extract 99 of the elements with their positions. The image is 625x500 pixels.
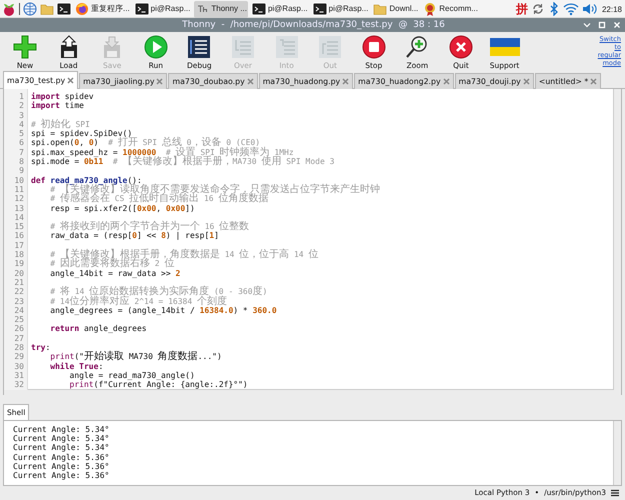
line-number: 20: [13, 268, 25, 278]
line-number: 9: [18, 166, 25, 176]
code-line: # 将接收到的两个字节合并为一个 16 位整数: [49, 222, 250, 232]
line-number: 11: [13, 184, 25, 194]
line-number: 22: [13, 287, 25, 297]
line-number: 6: [18, 138, 25, 148]
code-line: angle_degrees = (angle_14bit / 16384.0) * 360.0: [49, 306, 277, 316]
code-line: # 14位分辨率对应 2^14 = 16384 个刻度: [49, 296, 227, 306]
window-title: Thonny - /home/pi/Downloads/ma730_test.py @ 38 : 16: [181, 20, 446, 30]
maximize-icon[interactable]: [598, 21, 606, 29]
code-line: try:: [31, 343, 50, 352]
line-number: 8: [18, 157, 25, 166]
list-icon: [186, 34, 212, 60]
code-line: angle_14bit = raw_data >> 2: [49, 268, 180, 278]
code-line: while True:: [49, 362, 104, 371]
globe-icon[interactable]: [23, 2, 37, 16]
stop-icon: [360, 34, 387, 60]
line-number: 7: [18, 148, 25, 158]
line-number: 28: [13, 343, 25, 352]
close-icon[interactable]: [67, 77, 74, 84]
line-number: 17: [13, 240, 25, 250]
shell-output-line: Current Angle: 5.36°: [13, 471, 110, 480]
line-number: 15: [13, 222, 25, 232]
sync-icon[interactable]: [530, 2, 545, 16]
code-line: def read_ma730_angle():: [31, 176, 142, 185]
folder-icon: [373, 2, 388, 16]
line-number: 1: [18, 92, 25, 102]
line-number: 23: [13, 296, 25, 306]
code-line: print("开始读取 MA730 角度数据..."): [49, 352, 222, 362]
menu-icon[interactable]: [611, 489, 619, 497]
close-icon[interactable]: [246, 78, 254, 85]
line-number: 13: [13, 204, 25, 213]
line-number: 16: [13, 231, 25, 241]
line-number: 26: [13, 324, 25, 334]
close-icon[interactable]: [156, 78, 164, 85]
code-line: resp = spi.xfer2([0x00, 0x00]): [49, 204, 195, 213]
code-line: import spidev: [31, 92, 94, 102]
play-icon: [142, 34, 169, 60]
line-number: 29: [13, 352, 25, 362]
taskbar-window-button[interactable]: pi@Rasp...: [312, 0, 370, 18]
list-icon: [317, 34, 344, 60]
line-number: 5: [18, 129, 25, 138]
line-number: 31: [13, 370, 25, 380]
code-line: # 传感器会在 CS 拉低时自动输出 16 位角度数据: [49, 194, 268, 204]
line-number: 12: [13, 194, 25, 204]
rosette-icon: [423, 2, 438, 16]
firefox-icon: [75, 2, 89, 16]
code-line: angle = read_ma730_angle(): [68, 370, 195, 380]
taskbar-window-button[interactable]: pi@Rasp...: [250, 0, 309, 18]
close-icon: [448, 34, 474, 60]
list-icon: [274, 34, 300, 60]
code-line: spi = spidev.SpiDev(): [31, 129, 132, 138]
clock: 22:18: [602, 4, 622, 14]
input-method-indicator[interactable]: 拼: [516, 0, 528, 18]
line-number: 25: [13, 315, 25, 324]
line-number: 27: [13, 334, 25, 344]
line-number: 18: [13, 250, 25, 260]
code-line: print(f"Current Angle: {angle:.2f}°"): [68, 380, 248, 390]
speaker-icon[interactable]: [582, 2, 598, 16]
taskbar-window-button[interactable]: 重复程序...: [74, 0, 131, 18]
code-line: spi.mode = 0b11 # 【关键修改】根据手册，MA730 使用 SPI Mode 3: [31, 157, 334, 166]
wifi-icon[interactable]: [562, 2, 579, 16]
shell-output-line: Current Angle: 5.36°: [13, 462, 110, 472]
code-line: raw_data = (resp[0] << 8) | resp[1]: [49, 231, 219, 241]
bluetooth-icon[interactable]: [548, 2, 560, 16]
plus-icon: [12, 34, 38, 60]
code-line: # 将 14 位原始数据转换为实际角度 (0 - 360度): [49, 287, 268, 297]
line-number: 21: [13, 278, 25, 288]
code-line: spi.open(0, 0) # 打开 SPI 总线 0，设备 0 (CE0): [31, 138, 260, 148]
code-line: return angle_degrees: [49, 324, 147, 334]
code-line: # 【关键修改】根据手册，角度数据是 14 位，位于高 14 位: [49, 250, 318, 260]
line-number: 3: [18, 110, 25, 120]
shell-output-line: Current Angle: 5.34°: [13, 425, 110, 434]
raspberry-icon[interactable]: [2, 1, 16, 17]
line-number: 14: [13, 212, 25, 222]
close-icon[interactable]: [590, 78, 598, 85]
code-line: import time: [31, 101, 84, 111]
taskbar-window-button[interactable]: Downl...: [372, 0, 420, 18]
close-icon[interactable]: [442, 78, 450, 85]
line-number: 32: [13, 380, 25, 390]
code-line: # 因此需要将数据右移 2 位: [49, 259, 174, 269]
chevron-down-icon[interactable]: [583, 21, 591, 29]
taskbar-window-button[interactable]: Recomm...: [422, 0, 479, 18]
list-icon: [230, 34, 256, 60]
close-icon[interactable]: [342, 78, 350, 85]
line-number: 24: [13, 306, 25, 316]
line-number: 2: [18, 101, 25, 111]
close-icon[interactable]: [522, 78, 530, 85]
line-number: 19: [13, 259, 25, 269]
taskbar-window-button[interactable]: pi@Rasp...: [134, 0, 192, 18]
shell-output-line: Current Angle: 5.34°: [13, 434, 110, 444]
taskbar-window-button[interactable]: Thonny ...: [194, 0, 248, 18]
line-number: 10: [13, 176, 25, 185]
line-number: 30: [13, 362, 25, 371]
line-number: 4: [18, 120, 25, 130]
shell-output-line: Current Angle: 5.34°: [13, 443, 110, 453]
shell-output-line: Current Angle: 5.36°: [13, 452, 110, 462]
terminal-icon[interactable]: [57, 2, 71, 16]
code-line: # 初始化 SPI: [31, 120, 90, 130]
